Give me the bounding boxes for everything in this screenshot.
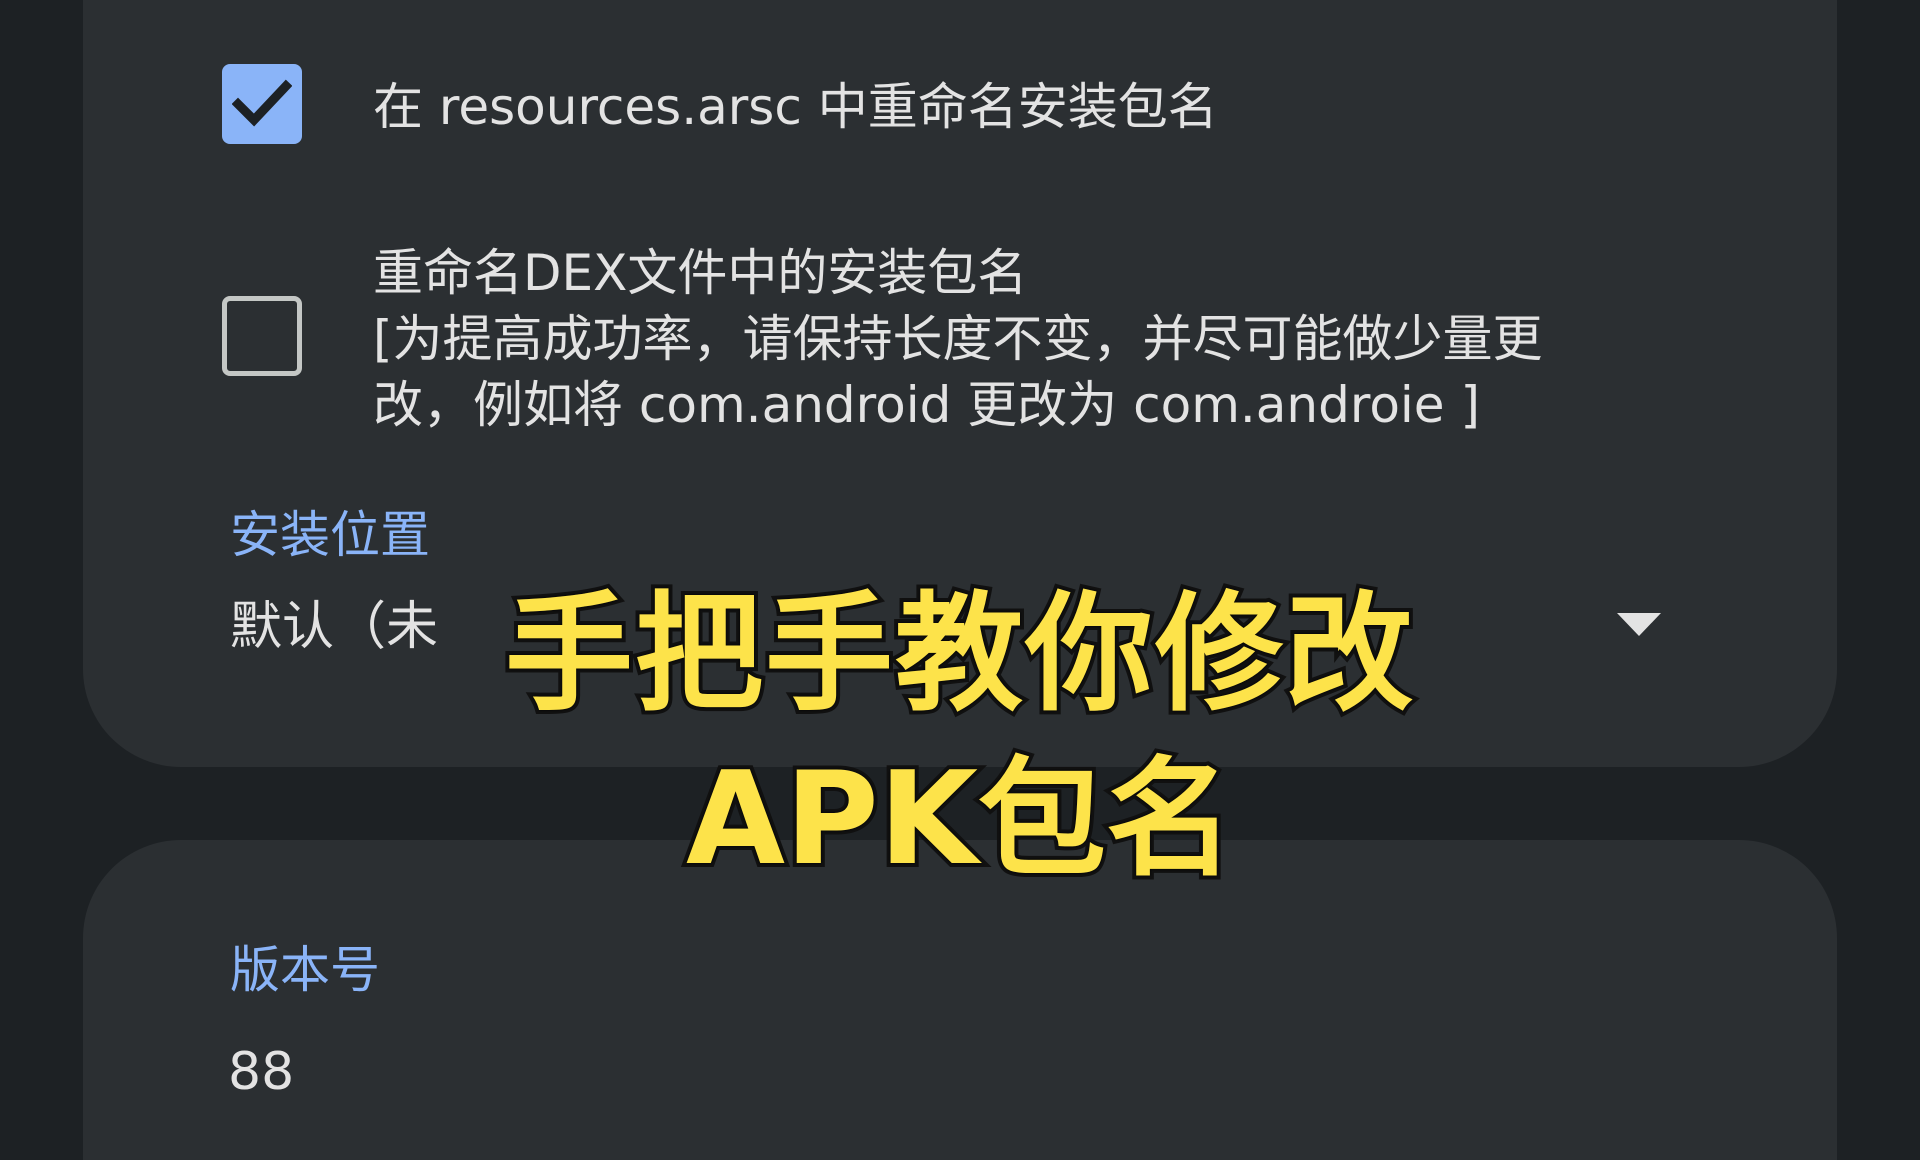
version-label: 版本号	[230, 941, 380, 999]
overlay-caption-line1: 手把手教你修改	[501, 576, 1417, 733]
checkmark-icon	[232, 79, 292, 127]
rename-resources-checkbox[interactable]	[222, 64, 302, 144]
rename-dex-label-line2: [为提高成功率，请保持长度不变，并尽可能做少量更	[373, 310, 1543, 368]
option-rename-resources[interactable]	[222, 64, 302, 144]
rename-dex-label-line3: 改，例如将 com.android 更改为 com.androie ]	[373, 376, 1480, 434]
rename-resources-label[interactable]: 在 resources.arsc 中重命名安装包名	[373, 74, 1218, 140]
install-location-label: 安装位置	[230, 506, 430, 564]
option-rename-dex[interactable]	[222, 296, 302, 376]
version-value[interactable]: 88	[228, 1040, 294, 1104]
overlay-caption-line2: APK包名	[682, 741, 1238, 898]
rename-dex-label[interactable]: 重命名DEX文件中的安装包名 [为提高成功率，请保持长度不变，并尽可能做少量更 …	[373, 240, 1543, 438]
rename-dex-label-line1: 重命名DEX文件中的安装包名	[373, 244, 1028, 302]
rename-dex-checkbox[interactable]	[222, 296, 302, 376]
